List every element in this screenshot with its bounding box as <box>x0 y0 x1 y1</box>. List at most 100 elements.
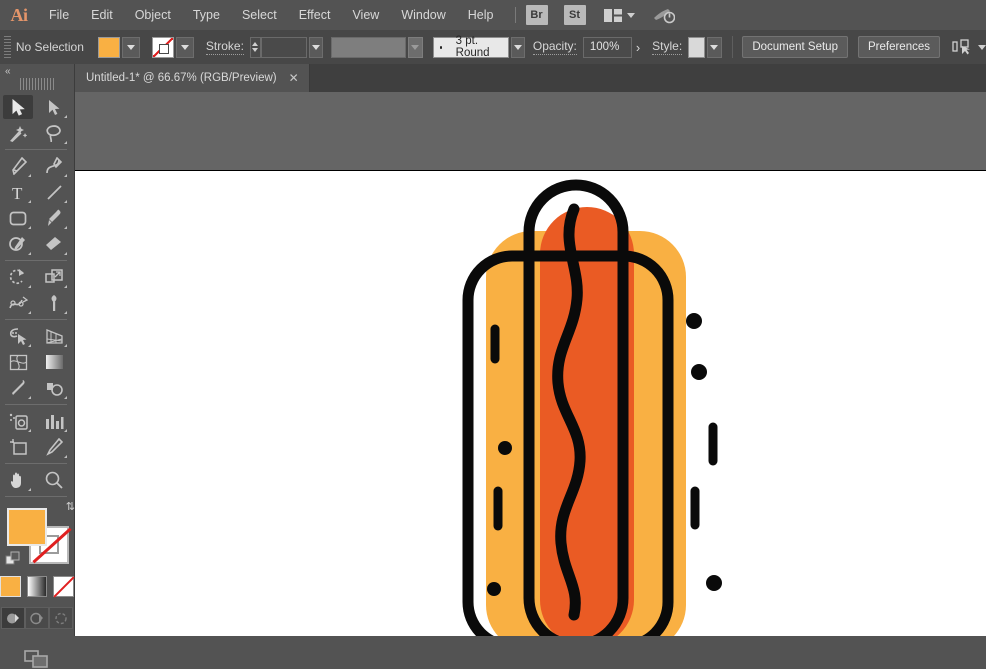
column-graph-tool[interactable] <box>39 409 69 433</box>
bridge-button[interactable]: Br <box>526 5 548 25</box>
stroke-color-swatch[interactable] <box>152 37 174 58</box>
fill-dropdown-button[interactable] <box>122 37 140 58</box>
document-tab-title: Untitled-1* @ 66.67% (RGB/Preview) <box>86 72 277 84</box>
eraser-tool[interactable] <box>39 232 69 256</box>
artboard-tool[interactable] <box>3 435 33 459</box>
fill-color-swatch[interactable] <box>98 37 120 58</box>
menu-window[interactable]: Window <box>390 0 456 30</box>
variable-width-dropdown-button[interactable] <box>408 37 422 58</box>
stepper-down-icon <box>252 48 258 52</box>
free-transform-tool[interactable] <box>39 291 69 315</box>
swap-fill-stroke-icon[interactable]: ⇅ <box>66 500 75 513</box>
stock-button[interactable]: St <box>564 5 586 25</box>
pen-tool[interactable] <box>3 154 33 178</box>
rectangle-tool[interactable] <box>3 206 33 230</box>
paintbrush-tool[interactable] <box>39 206 69 230</box>
menu-effect[interactable]: Effect <box>288 0 342 30</box>
arrange-documents-icon[interactable] <box>604 9 635 22</box>
line-segment-tool[interactable] <box>39 180 69 204</box>
change-screen-mode-button[interactable] <box>0 649 74 669</box>
brush-preview-icon <box>440 46 442 49</box>
artboard[interactable] <box>74 170 986 636</box>
tool-group-indicator <box>28 311 31 314</box>
eyedropper-tool[interactable] <box>3 376 33 400</box>
draw-behind-button[interactable] <box>25 607 49 629</box>
hot-dog-illustration[interactable] <box>74 171 986 636</box>
menu-help[interactable]: Help <box>457 0 505 30</box>
tool-group-indicator <box>64 311 67 314</box>
none-mode-button[interactable] <box>53 576 74 597</box>
fill-color-indicator[interactable] <box>7 508 47 546</box>
gradient-mode-button[interactable] <box>27 576 48 597</box>
graphic-style-swatch[interactable] <box>688 37 705 58</box>
menu-type[interactable]: Type <box>182 0 231 30</box>
perspective-grid-tool[interactable] <box>39 324 69 348</box>
align-to-selection-control[interactable] <box>952 39 986 55</box>
rotate-tool[interactable] <box>3 265 33 289</box>
chevron-down-icon <box>127 45 135 50</box>
menu-select[interactable]: Select <box>231 0 288 30</box>
tool-divider <box>5 496 67 497</box>
menu-edit[interactable]: Edit <box>80 0 124 30</box>
tools-panel-grip[interactable] <box>20 78 54 90</box>
color-mode-button[interactable] <box>0 576 21 597</box>
collapse-panel-icon[interactable]: « <box>0 64 74 78</box>
rocket-icon[interactable] <box>653 6 675 24</box>
stroke-weight-dropdown-button[interactable] <box>309 37 323 58</box>
seed-dot <box>686 313 702 329</box>
curvature-tool[interactable] <box>39 154 69 178</box>
opacity-label: Opacity: <box>533 39 577 55</box>
brush-dropdown-button[interactable] <box>511 37 525 58</box>
selection-tool[interactable] <box>3 95 33 119</box>
canvas-area[interactable] <box>74 92 986 636</box>
document-tab-bar: Untitled-1* @ 66.67% (RGB/Preview) ✕ <box>74 64 986 92</box>
variable-width-profile-input[interactable] <box>331 37 406 58</box>
chevron-down-icon <box>978 45 986 50</box>
document-setup-button[interactable]: Document Setup <box>742 36 848 58</box>
tool-group-indicator <box>64 285 67 288</box>
menu-view[interactable]: View <box>341 0 390 30</box>
close-icon[interactable]: ✕ <box>289 71 299 85</box>
zoom-tool[interactable] <box>39 468 69 492</box>
mesh-tool[interactable] <box>3 350 33 374</box>
width-tool[interactable] <box>3 291 33 315</box>
draw-inside-button[interactable] <box>49 607 73 629</box>
scale-tool[interactable] <box>39 265 69 289</box>
symbol-sprayer-tool[interactable] <box>3 409 33 433</box>
stroke-color-control[interactable] <box>152 37 194 58</box>
stroke-weight-stepper[interactable] <box>250 37 261 58</box>
fill-stroke-control[interactable]: ⇅ <box>7 508 67 566</box>
gradient-tool[interactable] <box>39 350 69 374</box>
style-dropdown-button[interactable] <box>707 37 721 58</box>
slice-tool[interactable] <box>39 435 69 459</box>
direct-selection-tool[interactable] <box>39 95 69 119</box>
hand-tool[interactable] <box>3 468 33 492</box>
type-tool[interactable]: T <box>3 180 33 204</box>
stroke-weight-input[interactable] <box>261 37 307 58</box>
stroke-dropdown-button[interactable] <box>176 37 194 58</box>
paint-mode-buttons <box>0 576 74 597</box>
tool-group-indicator <box>64 226 67 229</box>
magic-wand-tool[interactable] <box>3 121 33 145</box>
tool-group-indicator <box>64 174 67 177</box>
shape-builder-tool[interactable] <box>3 324 33 348</box>
lasso-tool[interactable] <box>39 121 69 145</box>
fill-color-control[interactable] <box>98 37 140 58</box>
control-bar-grip[interactable] <box>4 36 11 58</box>
align-to-selection-icon <box>952 39 972 55</box>
style-label: Style: <box>652 39 682 55</box>
menu-divider <box>515 7 516 23</box>
draw-normal-button[interactable] <box>1 607 25 629</box>
seed-dot <box>706 575 722 591</box>
default-fill-stroke-icon[interactable] <box>5 551 21 570</box>
document-tab[interactable]: Untitled-1* @ 66.67% (RGB/Preview) ✕ <box>74 64 310 92</box>
opacity-input[interactable]: 100% <box>583 37 632 58</box>
opacity-options-icon[interactable]: › <box>632 37 644 58</box>
brush-definition-select[interactable]: 3 pt. Round <box>433 37 509 58</box>
shaper-tool[interactable] <box>3 232 33 256</box>
blend-tool[interactable] <box>39 376 69 400</box>
preferences-button[interactable]: Preferences <box>858 36 940 58</box>
menu-object[interactable]: Object <box>124 0 182 30</box>
tool-group-indicator <box>64 252 67 255</box>
menu-file[interactable]: File <box>38 0 80 30</box>
